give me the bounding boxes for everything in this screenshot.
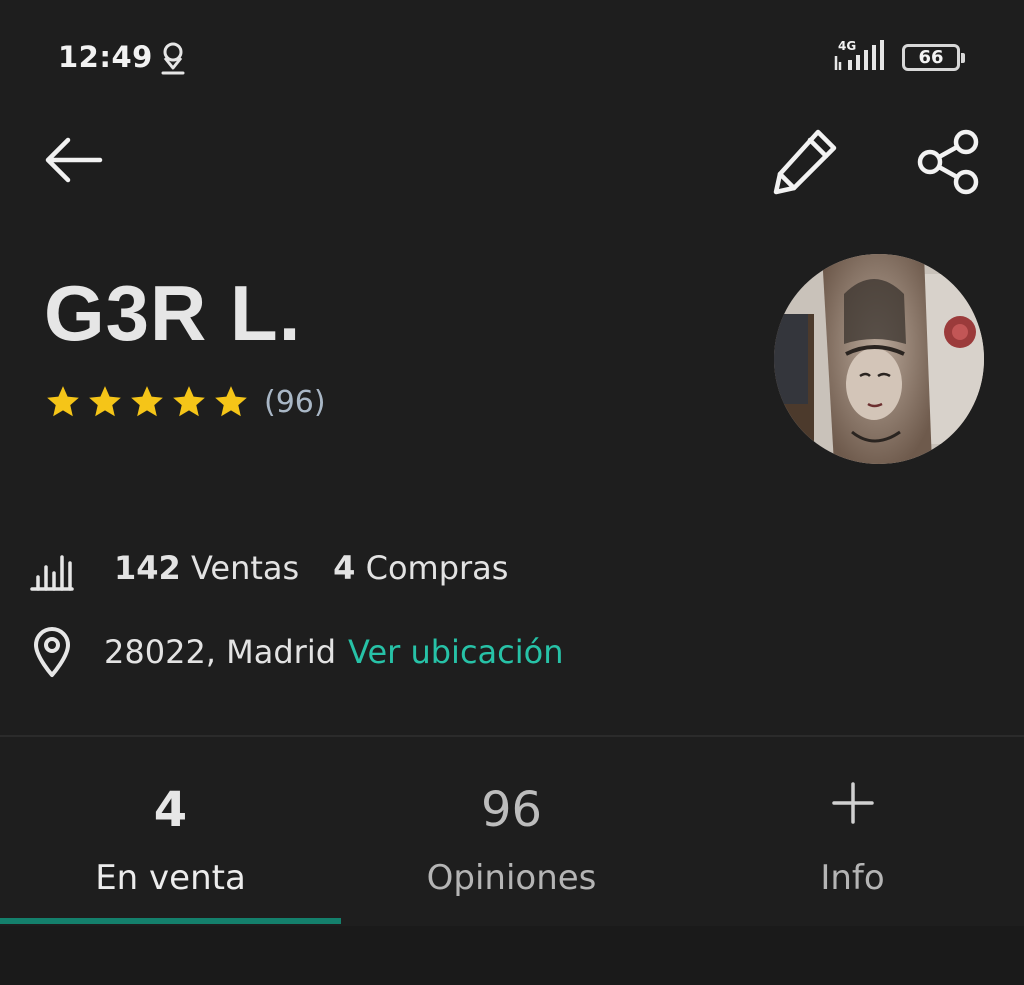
tab-count: 96: [480, 782, 543, 838]
purchases-label: Compras: [365, 549, 509, 587]
view-location-link[interactable]: Ver ubicación: [348, 633, 563, 671]
location-status-icon: [161, 42, 185, 75]
stats-row: 142 Ventas 4 Compras: [28, 538, 508, 598]
battery-level: 66: [918, 46, 944, 68]
avatar[interactable]: [774, 254, 984, 464]
sales-stat: 142 Ventas: [114, 549, 299, 587]
tab-opiniones[interactable]: 96 Opiniones: [341, 740, 682, 925]
star-icon: [89, 386, 121, 417]
star-rating: [44, 383, 250, 421]
profile-name: G3R L.: [44, 269, 302, 357]
status-time: 12:49: [58, 40, 153, 74]
star-icon: [215, 386, 247, 417]
signal-strength-icon: [834, 40, 884, 70]
location-row: 28022, Madrid Ver ubicación: [30, 622, 563, 682]
section-divider: [0, 735, 1024, 737]
active-tab-indicator: [0, 918, 341, 924]
location-pin-icon: [34, 627, 70, 677]
purchases-stat: 4 Compras: [333, 549, 508, 587]
status-bar: 12:49 4G 66: [0, 0, 1024, 115]
battery-icon: 66: [902, 44, 965, 71]
back-arrow-icon[interactable]: [40, 132, 106, 188]
sales-label: Ventas: [190, 549, 300, 587]
tab-en-venta[interactable]: 4 En venta: [0, 740, 341, 925]
bar-chart-icon: [30, 555, 74, 591]
star-icon: [131, 386, 163, 417]
tab-info[interactable]: Info: [682, 740, 1023, 925]
tab-label: En venta: [95, 858, 246, 898]
content-area: [0, 926, 1024, 985]
share-icon[interactable]: [914, 126, 986, 198]
location-text: 28022, Madrid: [104, 633, 337, 671]
review-count: (96): [264, 384, 326, 420]
star-icon: [47, 386, 79, 417]
star-icon: [173, 386, 205, 417]
tab-count: 4: [153, 782, 188, 838]
pencil-icon[interactable]: [768, 124, 842, 198]
sales-count: 142: [114, 549, 181, 587]
tab-label: Info: [820, 858, 885, 898]
plus-icon: [832, 782, 874, 824]
rating-row[interactable]: (96): [44, 380, 326, 424]
tab-label: Opiniones: [426, 858, 597, 898]
profile-tabs: 4 En venta 96 Opiniones Info: [0, 740, 1024, 925]
purchases-count: 4: [333, 549, 356, 587]
